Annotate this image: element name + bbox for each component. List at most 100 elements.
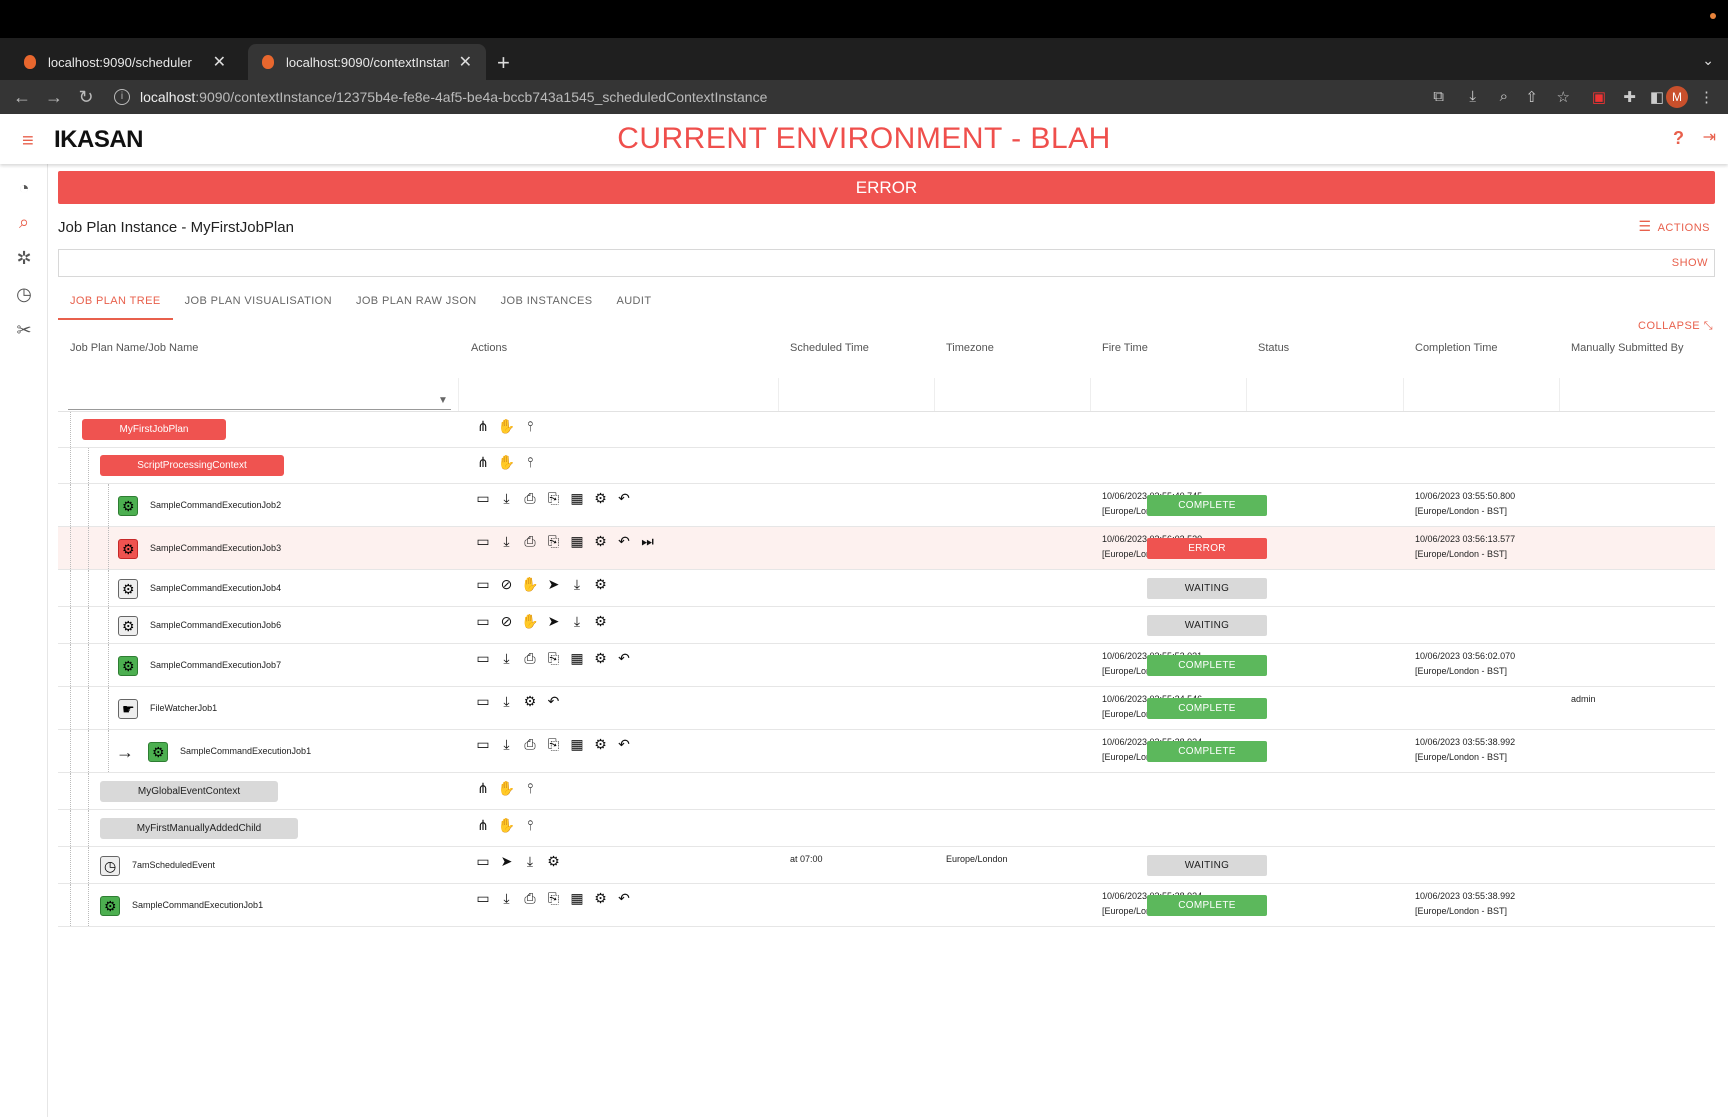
output-log-icon[interactable]: ⎙ (519, 890, 541, 907)
view-window-icon[interactable]: ▭ (472, 490, 494, 507)
table-row[interactable]: ⚙ SampleCommandExecutionJob6 ▭ ⊘ ✋ ➤ ⤓ ⚙ WAITING (58, 607, 1715, 644)
share-icon[interactable]: ⇧ (1525, 88, 1538, 106)
reset-undo-icon[interactable]: ↶ (613, 736, 635, 753)
tab-job-plan-raw-json[interactable]: JOB PLAN RAW JSON (344, 288, 489, 320)
hold-hand-icon[interactable]: ✋ (519, 613, 541, 630)
reload-icon[interactable]: ↻ (70, 87, 102, 108)
error-log-icon[interactable]: ⎘ (543, 650, 565, 667)
table-row[interactable]: ScriptProcessingContext ⋔ ✋ ⫯ (58, 448, 1715, 484)
hold-hand-icon[interactable]: ✋ (496, 454, 518, 471)
submit-send-icon[interactable]: ➤ (543, 576, 565, 593)
disable-icon[interactable]: ⊘ (496, 576, 518, 593)
forward-arrow-icon[interactable]: → (38, 87, 70, 108)
settings-gear-icon[interactable]: ⚙ (590, 890, 612, 907)
sitemap-icon[interactable]: ⋔ (472, 454, 494, 471)
download-icon[interactable]: ⤓ (496, 650, 518, 667)
view-window-icon[interactable]: ▭ (472, 890, 494, 907)
reset-undo-icon[interactable]: ↶ (543, 693, 565, 710)
table-row[interactable]: MyFirstManuallyAddedChild ⋔ ✋ ⫯ (58, 810, 1715, 847)
view-window-icon[interactable]: ▭ (472, 650, 494, 667)
column-header-name[interactable]: Job Plan Name/Job Name (70, 342, 198, 354)
download-icon[interactable]: ⤓ (566, 613, 588, 630)
filter-funnel-icon[interactable]: ▼ (438, 395, 448, 406)
skip-icon[interactable]: ⫯ (519, 780, 541, 797)
sitemap-icon[interactable]: ⋔ (472, 817, 494, 834)
column-header-status[interactable]: Status (1258, 342, 1289, 354)
reset-undo-icon[interactable]: ↶ (613, 650, 635, 667)
download-icon[interactable]: ⤓ (496, 490, 518, 507)
search-icon[interactable]: ⌕ (13, 212, 35, 234)
table-row[interactable]: MyFirstJobPlan ⋔ ✋ ⫯ (58, 412, 1715, 448)
table-row[interactable]: MyGlobalEventContext ⋔ ✋ ⫯ (58, 773, 1715, 810)
settings-gear-icon[interactable]: ⚙ (590, 490, 612, 507)
tools-icon[interactable]: ✂ (13, 320, 35, 342)
view-window-icon[interactable]: ▭ (472, 576, 494, 593)
output-log-icon[interactable]: ⎙ (519, 533, 541, 550)
topology-network-icon[interactable]: ✲ (13, 248, 35, 270)
submit-send-icon[interactable]: ➤ (543, 613, 565, 630)
browser-tab-scheduler[interactable]: localhost:9090/scheduler ✕ (10, 44, 240, 80)
extension-badge-icon[interactable]: ▣ (1592, 88, 1606, 106)
reset-undo-icon[interactable]: ↶ (613, 490, 635, 507)
bookmark-star-icon[interactable]: ☆ (1557, 88, 1570, 106)
schedule-calendar-icon[interactable]: ▦ (566, 736, 588, 753)
tab-search-chevron-icon[interactable]: ⌄ (1702, 52, 1714, 69)
column-header-manually-submitted-by[interactable]: Manually Submitted By (1571, 342, 1684, 354)
job-name[interactable]: SampleCommandExecutionJob1 (132, 900, 263, 910)
error-log-icon[interactable]: ⎘ (543, 533, 565, 550)
context-node-label[interactable]: MyFirstManuallyAddedChild (100, 818, 298, 839)
view-window-icon[interactable]: ▭ (472, 533, 494, 550)
tab-job-plan-tree[interactable]: JOB PLAN TREE (58, 288, 173, 320)
download-icon[interactable]: ⤓ (519, 853, 541, 870)
output-log-icon[interactable]: ⎙ (519, 650, 541, 667)
settings-gear-icon[interactable]: ⚙ (590, 650, 612, 667)
zoom-icon[interactable]: ⌕ (1500, 88, 1508, 105)
table-row[interactable]: ⚙ SampleCommandExecutionJob2 ▭ ⤓ ⎙ ⎘ ▦ ⚙ ↶ 10/06/… (58, 484, 1715, 527)
schedule-calendar-icon[interactable]: ▦ (566, 533, 588, 550)
table-row[interactable]: ⚙ SampleCommandExecutionJob7 ▭ ⤓ ⎙ ⎘ ▦ ⚙ ↶ 10/06/… (58, 644, 1715, 687)
sitemap-icon[interactable]: ⋔ (472, 780, 494, 797)
submit-send-icon[interactable]: ➤ (496, 853, 518, 870)
job-name[interactable]: SampleCommandExecutionJob7 (150, 660, 281, 670)
job-name[interactable]: SampleCommandExecutionJob4 (150, 583, 281, 593)
hold-hand-icon[interactable]: ✋ (496, 780, 518, 797)
site-info-icon[interactable]: i (114, 89, 130, 105)
job-name[interactable]: FileWatcherJob1 (150, 703, 217, 713)
show-button[interactable]: SHOW (1672, 257, 1708, 269)
table-row[interactable]: ⚙ SampleCommandExecutionJob4 ▭ ⊘ ✋ ➤ ⤓ ⚙ WAITING (58, 570, 1715, 607)
disable-icon[interactable]: ⊘ (496, 613, 518, 630)
help-icon[interactable]: ? (1673, 128, 1684, 149)
settings-gear-icon[interactable]: ⚙ (590, 533, 612, 550)
close-tab-icon[interactable]: ✕ (459, 52, 472, 72)
settings-gear-icon[interactable]: ⚙ (590, 736, 612, 753)
open-external-icon[interactable]: ⧉ (1433, 88, 1444, 105)
job-name[interactable]: SampleCommandExecutionJob6 (150, 620, 281, 630)
new-tab-button[interactable]: + (497, 50, 510, 76)
logout-icon[interactable]: ⇥ (1703, 127, 1716, 147)
install-app-icon[interactable]: ⤓ (1469, 88, 1476, 105)
skip-icon[interactable]: ⫯ (519, 454, 541, 471)
back-arrow-icon[interactable]: ← (6, 87, 38, 108)
download-icon[interactable]: ⤓ (566, 576, 588, 593)
download-icon[interactable]: ⤓ (496, 890, 518, 907)
output-log-icon[interactable]: ⎙ (519, 490, 541, 507)
side-panel-icon[interactable]: ◧ (1650, 88, 1664, 106)
context-node-label[interactable]: MyFirstJobPlan (82, 419, 226, 440)
job-name[interactable]: SampleCommandExecutionJob1 (180, 746, 311, 756)
download-icon[interactable]: ⤓ (496, 533, 518, 550)
schedule-calendar-icon[interactable]: ▦ (566, 890, 588, 907)
collapse-button[interactable]: COLLAPSE ⤡ (1638, 320, 1713, 333)
error-log-icon[interactable]: ⎘ (543, 890, 565, 907)
column-header-timezone[interactable]: Timezone (946, 342, 994, 354)
table-row[interactable]: ☛FileWatcherJob1▭⤓⚙↶10/06/2023 03:55:24.… (58, 687, 1715, 730)
hold-hand-icon[interactable]: ✋ (496, 817, 518, 834)
extensions-puzzle-icon[interactable]: ✚ (1623, 88, 1636, 106)
view-window-icon[interactable]: ▭ (472, 693, 494, 710)
tab-job-instances[interactable]: JOB INSTANCES (489, 288, 605, 320)
settings-gear-icon[interactable]: ⚙ (590, 576, 612, 593)
settings-gear-icon[interactable]: ⚙ (543, 853, 565, 870)
context-node-label[interactable]: MyGlobalEventContext (100, 781, 278, 802)
job-name[interactable]: 7amScheduledEvent (132, 860, 215, 870)
view-window-icon[interactable]: ▭ (472, 853, 494, 870)
tab-job-plan-visualisation[interactable]: JOB PLAN VISUALISATION (173, 288, 344, 320)
